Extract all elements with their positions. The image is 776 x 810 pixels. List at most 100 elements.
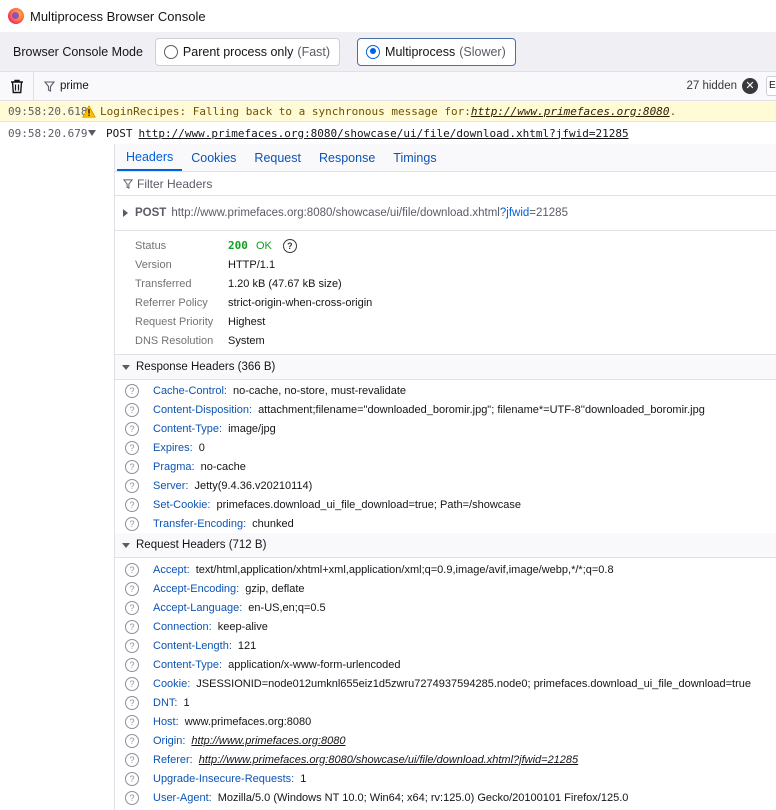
request-priority-value: Highest — [228, 315, 266, 328]
header-row[interactable]: ? Host: www.primefaces.org:8080 — [115, 712, 776, 731]
filter-output-input[interactable] — [60, 76, 687, 96]
response-headers-list: ? Cache-Control: no-cache, no-store, must-… — [115, 380, 776, 533]
filter-headers-placeholder[interactable]: Filter Headers — [137, 177, 212, 191]
help-question-icon[interactable]: ? — [125, 790, 139, 805]
header-value: en-US,en;q=0.5 — [248, 601, 326, 614]
header-value: application/x-www-form-urlencoded — [228, 658, 401, 671]
header-row[interactable]: ? Cache-Control: no-cache, no-store, must-… — [115, 381, 776, 400]
status-code: 200 — [228, 238, 248, 252]
help-question-icon[interactable]: ? — [125, 516, 139, 531]
header-name: DNT: — [153, 696, 178, 709]
header-row[interactable]: ? Content-Length: 121 — [115, 636, 776, 655]
header-row[interactable]: ? Accept-Language: en-US,en;q=0.5 — [115, 598, 776, 617]
header-row[interactable]: ? DNT: 1 — [115, 693, 776, 712]
help-question-icon[interactable]: ? — [125, 676, 139, 691]
multiprocess-label: Multiprocess — [385, 44, 456, 59]
header-row[interactable]: ? Server: Jetty(9.4.36.v20210114) — [115, 476, 776, 495]
header-row[interactable]: ? Cookie: JSESSIONID=node012umknl655eiz1d5… — [115, 674, 776, 693]
header-value: primefaces.download_ui_file_download=tru… — [216, 498, 522, 511]
header-row[interactable]: ? Accept-Encoding: gzip, deflate — [115, 579, 776, 598]
help-question-icon[interactable]: ? — [282, 238, 297, 253]
filter-funnel-icon — [44, 80, 55, 92]
help-question-icon[interactable]: ? — [125, 733, 139, 748]
header-name: Set-Cookie: — [153, 498, 211, 511]
console-mode-label: Browser Console Mode — [13, 44, 143, 59]
tab-request[interactable]: Request — [245, 144, 310, 171]
clear-console-button[interactable] — [0, 71, 34, 101]
header-row[interactable]: ? Content-Disposition: attachment;filename… — [115, 400, 776, 419]
header-row[interactable]: ? Set-Cookie: primefaces.download_ui_file_… — [115, 495, 776, 514]
header-value[interactable]: http://www.primefaces.org:8080/showcase/… — [199, 754, 578, 766]
version-row: Version HTTP/1.1 — [115, 255, 776, 274]
help-question-icon[interactable]: ? — [125, 421, 139, 436]
request-headers-section-toggle[interactable]: Request Headers (712 B) — [115, 533, 776, 558]
multiprocess-option[interactable]: Multiprocess (Slower) — [357, 37, 516, 66]
header-name: Content-Disposition: — [153, 403, 253, 416]
tab-response[interactable]: Response — [310, 144, 384, 171]
response-headers-section-toggle[interactable]: Response Headers (366 B) — [115, 355, 776, 380]
tab-headers[interactable]: Headers — [117, 144, 183, 171]
request-headers-list: ? Accept: text/html,application/xhtml+xml,… — [115, 558, 776, 807]
radio-checked-icon[interactable] — [366, 44, 381, 59]
help-question-icon[interactable]: ? — [125, 478, 139, 493]
dns-resolution-value: System — [228, 334, 265, 347]
header-value: 1 — [183, 696, 190, 709]
help-question-icon[interactable]: ? — [125, 562, 139, 577]
settings-overflow-button[interactable]: E — [766, 76, 776, 96]
parent-process-label: Parent process only — [182, 44, 294, 59]
header-row[interactable]: ? Accept: text/html,application/xhtml+xml,… — [115, 560, 776, 579]
transferred-row: Transferred 1.20 kB (47.67 kB size) — [115, 274, 776, 293]
help-question-icon[interactable]: ? — [125, 619, 139, 634]
tab-cookies[interactable]: Cookies — [182, 144, 245, 171]
header-value: 0 — [198, 441, 205, 454]
request-summary-line[interactable]: POST http://www.primefaces.org:8080/show… — [115, 196, 776, 231]
tab-timings[interactable]: Timings — [384, 144, 445, 171]
hidden-messages-count[interactable]: 27 hidden — [686, 80, 737, 92]
help-question-icon[interactable]: ? — [125, 459, 139, 474]
header-row[interactable]: ? Upgrade-Insecure-Requests: 1 — [115, 769, 776, 788]
help-question-icon[interactable]: ? — [125, 714, 139, 729]
header-value: no-cache — [200, 460, 246, 473]
help-question-icon[interactable]: ? — [125, 752, 139, 767]
help-question-icon[interactable]: ? — [125, 497, 139, 512]
help-question-icon[interactable]: ? — [125, 581, 139, 596]
help-question-icon[interactable]: ? — [125, 695, 139, 710]
clear-filter-icon[interactable]: ✕ — [742, 78, 758, 94]
version-value: HTTP/1.1 — [228, 258, 276, 271]
header-name: Pragma: — [153, 460, 195, 473]
expand-arrow-icon[interactable] — [123, 209, 128, 217]
request-url-link[interactable]: http://www.primefaces.org:8080/showcase/… — [139, 127, 629, 140]
header-row[interactable]: ? Content-Type: image/jpg — [115, 419, 776, 438]
help-question-icon[interactable]: ? — [125, 638, 139, 653]
filter-headers-bar[interactable]: Filter Headers — [115, 172, 776, 196]
help-question-icon[interactable]: ? — [125, 657, 139, 672]
help-question-icon[interactable]: ? — [125, 440, 139, 455]
help-question-icon[interactable]: ? — [125, 600, 139, 615]
help-question-icon[interactable]: ? — [125, 771, 139, 786]
header-row[interactable]: ? Connection: keep-alive — [115, 617, 776, 636]
help-question-icon[interactable]: ? — [125, 383, 139, 398]
expand-chevron-icon[interactable] — [88, 130, 96, 136]
warning-message-row[interactable]: 09:58:20.618 LoginRecipes: Falling back … — [0, 101, 776, 122]
trash-icon[interactable] — [10, 79, 24, 94]
header-row[interactable]: ? Referer: http://www.primefaces.org:8080/… — [115, 750, 776, 769]
multiprocess-hint: (Slower) — [459, 44, 506, 59]
header-row[interactable]: ? Pragma: no-cache — [115, 457, 776, 476]
header-name: Cookie: — [153, 677, 191, 690]
collapse-arrow-icon[interactable] — [122, 364, 130, 370]
header-value[interactable]: http://www.primefaces.org:8080 — [191, 735, 345, 747]
header-name: Referer: — [153, 753, 193, 766]
header-row[interactable]: ? Origin: http://www.primefaces.org:8080 — [115, 731, 776, 750]
parent-process-only-option[interactable]: Parent process only (Fast) — [154, 37, 341, 66]
help-question-icon[interactable]: ? — [125, 402, 139, 417]
collapse-arrow-icon[interactable] — [122, 542, 130, 548]
header-name: User-Agent: — [153, 791, 212, 804]
header-row[interactable]: ? User-Agent: Mozilla/5.0 (Windows NT 10.0… — [115, 788, 776, 807]
network-request-row[interactable]: 09:58:20.679 POST http://www.primefaces.… — [0, 122, 776, 144]
dns-resolution-row: DNS Resolution System — [115, 331, 776, 350]
radio-unchecked-icon[interactable] — [163, 44, 178, 59]
warning-message-link[interactable]: http://www.primefaces.org:8080 — [471, 105, 670, 118]
header-row[interactable]: ? Transfer-Encoding: chunked — [115, 514, 776, 533]
header-row[interactable]: ? Expires: 0 — [115, 438, 776, 457]
header-row[interactable]: ? Content-Type: application/x-www-form-url… — [115, 655, 776, 674]
